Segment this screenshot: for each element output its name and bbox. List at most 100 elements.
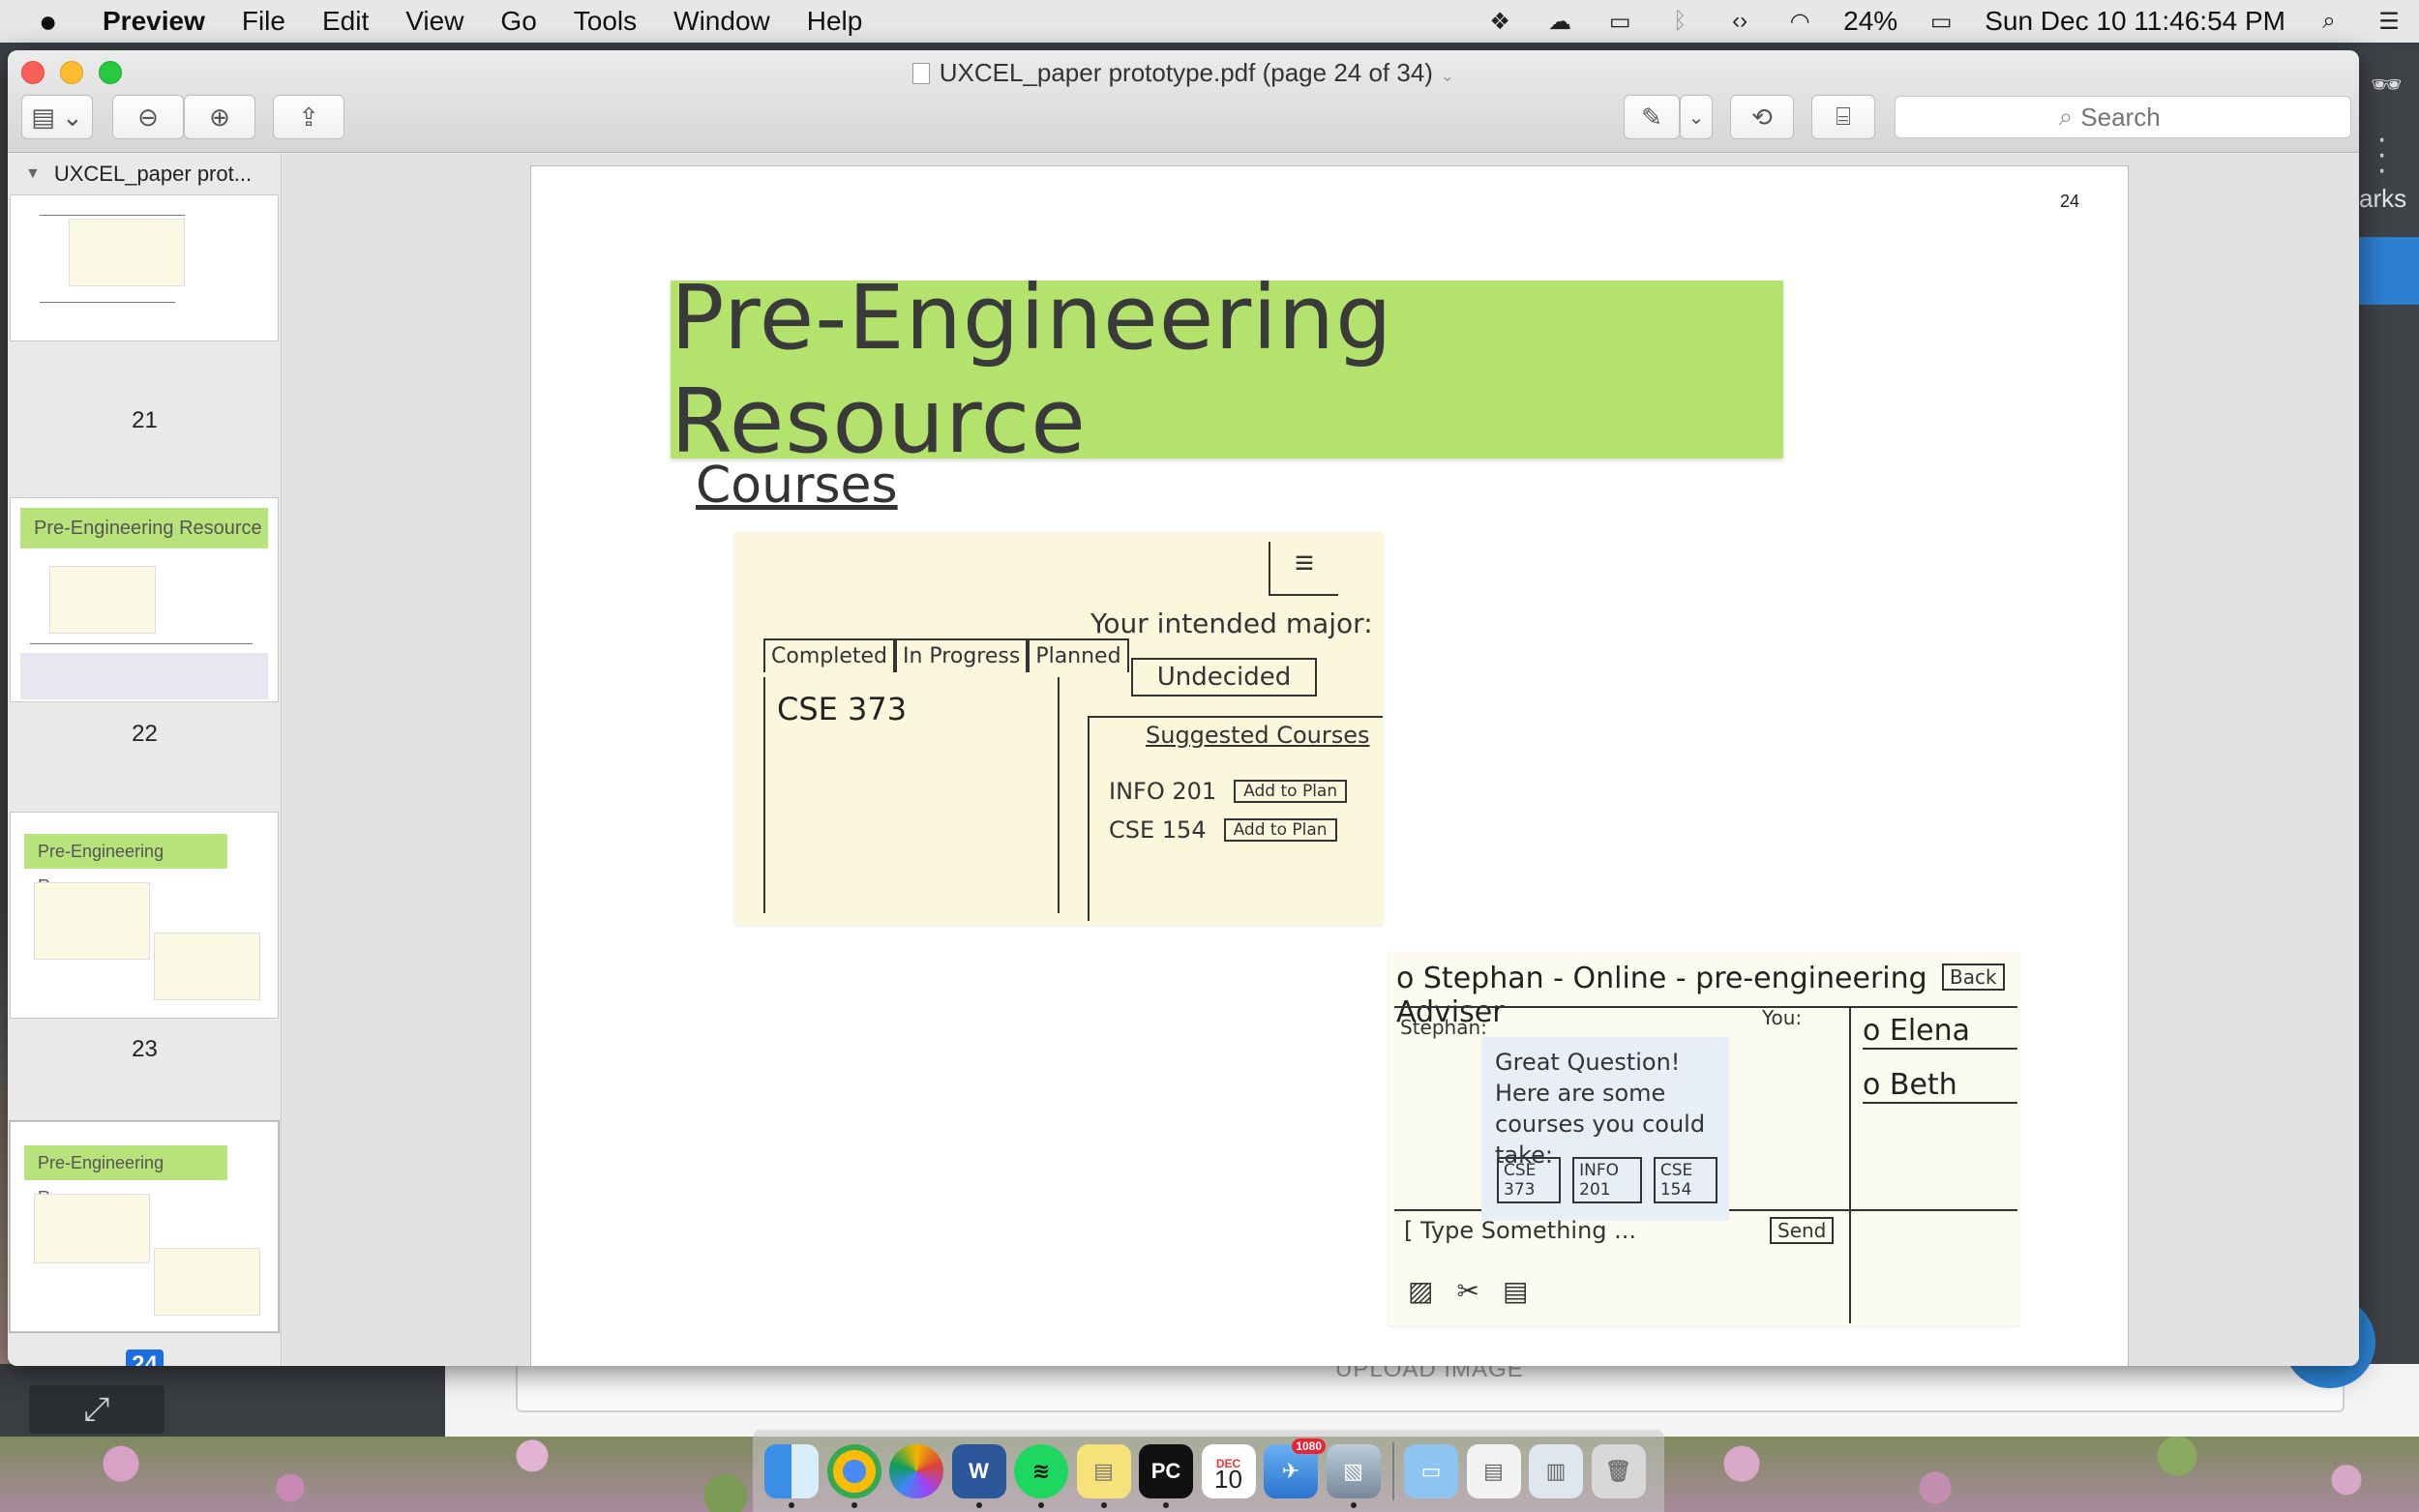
sidebar-icon: ▤ ⌄ [31,102,83,132]
selected-page-number: 24 [126,1349,164,1366]
thumbnail-label-22: 22 [132,721,158,747]
menu-help[interactable]: Help [807,6,863,37]
courses-heading: Courses [696,457,898,515]
menu-file[interactable]: File [242,6,285,37]
course-chip: CSE 154 [1653,1157,1717,1203]
rotate-icon: ⟲ [1751,102,1773,132]
toolbox-button[interactable]: ⌸ [1811,95,1875,139]
thumbnail-page-22[interactable]: Pre-Engineering Resource [10,497,279,702]
course-chip: CSE 373 [1497,1157,1562,1203]
finder-icon[interactable] [764,1443,819,1508]
markup-button[interactable]: ✎ [1624,95,1680,139]
stickies-icon[interactable]: ▤ [1076,1443,1131,1508]
creative-cloud-icon[interactable]: ☁ [1543,8,1576,35]
search-input[interactable] [2080,102,2188,133]
photos-icon[interactable] [889,1443,943,1498]
thumbnail-label-24: 24 [8,1349,282,1366]
chevron-down-icon: ⌄ [1687,106,1705,129]
documents-icon[interactable]: ▤ [1466,1443,1521,1498]
add-to-plan-sketch: Add to Plan [1223,818,1337,842]
chat-input-sketch: [ Type Something ... [1404,1217,1637,1244]
document-view[interactable]: 24 Pre-Engineering Resource Courses ≡ Co… [283,154,2359,1366]
menu-view[interactable]: View [405,6,463,37]
chat-divider [1849,1008,1851,1323]
title-bar: UXCEL_paper prototype.pdf (page 24 of 34… [8,50,2359,153]
folder-icon[interactable]: ▭ [1404,1443,1458,1498]
share-button[interactable]: ⇪ [273,95,344,139]
document-title[interactable]: UXCEL_paper prototype.pdf (page 24 of 34… [8,58,2359,88]
thumb-banner: Pre-Engineering Resource [24,834,227,896]
airplay-icon[interactable]: ▭ [1603,8,1636,35]
more-options-icon[interactable]: · · · [2376,122,2387,186]
mail-icon[interactable]: ✈ 1080 [1264,1438,1326,1498]
scissors-icon: ✂ [1456,1276,1479,1306]
pen-icon: ✎ [1641,102,1662,132]
rotate-button[interactable]: ⟲ [1730,95,1794,139]
thumbnail-page-23[interactable]: Pre-Engineering Resource [10,812,279,1019]
bookmarks-label: arks [2359,184,2407,213]
chat-message-text: Great Question! Here are some courses yo… [1495,1049,1706,1169]
hamburger-menu-icon: ≡ [1269,542,1338,596]
code-icon[interactable]: ‹› [1723,8,1756,35]
dropbox-icon[interactable]: ❖ [1483,8,1516,35]
clock[interactable]: Sun Dec 10 11:46:54 PM [1985,6,2285,37]
trash-icon[interactable]: 🗑 [1591,1443,1646,1498]
files-stack-icon[interactable]: ▥ [1529,1443,1583,1498]
chat-attachment-icons: ▨ ✂ ▤ [1408,1275,1551,1307]
thumb-banner: Pre-Engineering Resource [20,508,268,548]
suggested-course-row: CSE 154 Add to Plan [1109,816,1337,844]
thumbnail-label-23: 23 [132,1036,158,1062]
image-icon: ▨ [1408,1276,1434,1306]
tab-in-progress: In Progress [895,638,1029,672]
thumbnail-page-24[interactable]: Pre-Engineering Resource [10,1121,279,1332]
toolbox-icon: ⌸ [1836,102,1851,131]
suggested-course-row: INFO 201 Add to Plan [1109,778,1348,805]
thumbnail-label-21: 21 [132,407,158,433]
spotlight-search-icon[interactable]: ⌕ [2313,8,2345,35]
add-to-plan-sketch: Add to Plan [1234,780,1348,803]
contact-item: o Beth [1863,1068,2017,1104]
preview-icon[interactable]: ▧ [1326,1443,1381,1508]
sidebar-document-header[interactable]: ▼ UXCEL_paper prot... [8,154,282,194]
incognito-icon: 🕶 [2371,70,2404,99]
background-blue-button[interactable] [2359,237,2419,305]
search-field[interactable]: ⌕ [1895,96,2351,138]
battery-icon[interactable]: ▭ [1925,8,1957,35]
wifi-icon[interactable]: ◠ [1783,8,1816,35]
chrome-icon[interactable] [826,1443,881,1508]
thumbnail-page-21[interactable] [10,194,279,341]
menu-app-name[interactable]: Preview [103,6,205,37]
title-chevron-down-icon[interactable]: ⌄ [1440,66,1454,85]
preview-window: UXCEL_paper prototype.pdf (page 24 of 34… [8,50,2359,1366]
thumb-shadow [20,653,268,699]
disclosure-triangle-icon[interactable]: ▼ [25,165,41,183]
menu-bar: ● Preview File Edit View Go Tools Window… [0,0,2419,43]
calendar-icon[interactable]: DEC 10 [1201,1443,1256,1498]
spotify-icon[interactable]: ≋ [1014,1443,1068,1508]
thumb-note [69,219,185,286]
sidebar-toggle-button[interactable]: ▤ ⌄ [21,95,93,139]
document-title-text: UXCEL_paper prototype.pdf (page 24 of 34… [939,58,1433,87]
major-value: Undecided [1131,658,1317,697]
chat-stephan-label: Stephan: [1400,1016,1487,1039]
menu-tools[interactable]: Tools [574,6,637,37]
dock-separator [1392,1441,1394,1500]
pycharm-icon[interactable]: PC [1139,1443,1193,1508]
menu-edit[interactable]: Edit [322,6,369,37]
tab-planned: Planned [1028,638,1129,672]
document-icon: ▤ [1502,1276,1529,1306]
word-icon[interactable]: W [951,1443,1006,1508]
notification-center-icon[interactable]: ☰ [2373,8,2405,35]
zoom-in-button[interactable]: ⊕ [184,95,255,139]
chat-send-sketch: Send [1770,1217,1835,1244]
pdf-document-icon [911,63,930,84]
menu-go[interactable]: Go [500,6,536,37]
menu-window[interactable]: Window [673,6,770,37]
thumb-line [40,302,175,303]
bluetooth-icon[interactable]: ᛒ [1663,8,1696,35]
chat-course-chips: CSE 373 INFO 201 CSE 154 [1497,1157,1729,1203]
zoom-out-button[interactable]: ⊖ [112,95,184,139]
markup-menu-button[interactable]: ⌄ [1680,95,1713,139]
fullscreen-icon[interactable]: ⤢ [29,1385,164,1434]
apple-menu-icon[interactable]: ● [39,6,66,37]
